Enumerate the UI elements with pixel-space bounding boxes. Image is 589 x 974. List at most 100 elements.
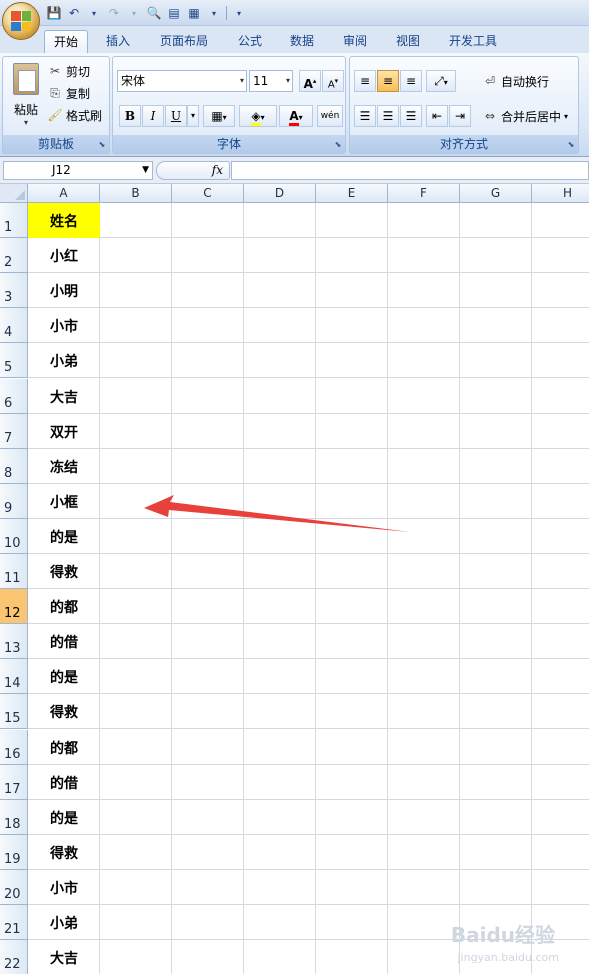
merge-center-dropdown-icon[interactable]: ▾	[564, 112, 568, 121]
align-center-button[interactable]: ☰	[377, 105, 399, 127]
form-icon[interactable]: ▤	[166, 5, 182, 21]
cut-label: 剪切	[66, 64, 91, 79]
save-icon[interactable]: 💾	[46, 5, 62, 21]
annotation-arrow-shape	[144, 495, 410, 532]
alignment-group-label: 对齐方式	[350, 135, 578, 153]
align-right-button[interactable]: ☰	[400, 105, 422, 127]
increase-indent-icon: ⇥	[454, 109, 466, 123]
copy-button[interactable]: ⎘ 复制	[47, 83, 90, 103]
merge-center-icon: ⇔	[484, 109, 496, 123]
tab-insert[interactable]: 插入	[96, 30, 140, 53]
redo-icon[interactable]: ↷	[106, 5, 122, 21]
shrink-font-icon: A	[327, 79, 335, 91]
office-logo-icon	[11, 11, 31, 31]
tab-page-layout[interactable]: 页面布局	[152, 30, 216, 53]
font-group-label: 字体	[113, 135, 345, 153]
decrease-indent-button[interactable]: ⇤	[426, 105, 448, 127]
tab-developer[interactable]: 开发工具	[440, 30, 506, 53]
font-size-value: 11	[253, 74, 269, 88]
watermark-url: jingyan.baidu.com	[457, 951, 559, 964]
align-left-button[interactable]: ☰	[354, 105, 376, 127]
insert-function-area: fx	[156, 161, 230, 180]
align-left-icon: ☰	[359, 109, 371, 123]
copy-icon: ⎘	[50, 85, 60, 100]
name-box-dropdown-icon[interactable]: ▼	[142, 162, 149, 179]
table-icon[interactable]: ▦	[186, 5, 202, 21]
undo-dropdown-icon[interactable]: ▾	[86, 5, 102, 21]
borders-button[interactable]: ▦▾	[203, 105, 235, 127]
align-top-icon: ≡	[359, 74, 371, 88]
ribbon-tabs: 开始 插入 页面布局 公式 数据 审阅 视图 开发工具	[0, 26, 589, 53]
shrink-font-button[interactable]: A▾	[322, 70, 344, 92]
format-painter-button[interactable]: 🖌 格式刷	[47, 105, 102, 125]
annotation-arrow	[144, 495, 410, 532]
brush-icon: 🖌	[47, 108, 63, 122]
table-dropdown-icon[interactable]: ▾	[206, 5, 222, 21]
scissors-icon: ✂	[49, 64, 61, 78]
font-name-dropdown-icon[interactable]: ▾	[240, 71, 244, 91]
tab-formulas[interactable]: 公式	[228, 30, 272, 53]
paint-bucket-icon: ◈	[251, 109, 261, 126]
print-preview-icon[interactable]: 🔍	[146, 5, 162, 21]
underline-button[interactable]: U	[165, 105, 187, 127]
merge-center-button[interactable]: ⇔ 合并后居中 ▾	[482, 106, 568, 126]
name-box-value: J12	[52, 163, 71, 177]
copy-label: 复制	[66, 86, 91, 101]
font-launcher-icon[interactable]: ⬊	[333, 140, 343, 150]
cut-button[interactable]: ✂ 剪切	[47, 61, 90, 81]
font-color-button[interactable]: A▾	[279, 105, 313, 127]
font-color-icon: A	[289, 109, 299, 126]
paste-button[interactable]: 粘贴 ▾	[7, 61, 45, 133]
align-center-icon: ☰	[382, 109, 394, 123]
phonetic-button[interactable]: wén	[317, 105, 343, 127]
grow-font-button[interactable]: A▴	[299, 70, 321, 92]
ribbon: 粘贴 ▾ ✂ 剪切 ⎘ 复制 🖌 格式刷 剪贴板 ⬊ 宋体 ▾ 11 ▾ A▴	[0, 53, 589, 157]
name-box[interactable]: J12 ▼	[3, 161, 153, 180]
decrease-indent-icon: ⇤	[431, 109, 443, 123]
align-bottom-icon: ≡	[405, 74, 417, 88]
format-painter-label: 格式刷	[66, 108, 103, 123]
clipboard-group: 粘贴 ▾ ✂ 剪切 ⎘ 复制 🖌 格式刷 剪贴板 ⬊	[2, 56, 110, 154]
wrap-text-label: 自动换行	[501, 74, 550, 89]
worksheet-grid[interactable]: A B C D E F G H 1 姓名 2 小红 3 小明 4 小市 5 小弟 6 大吉 7 双开 8 冻结 9 小框 10 的是 1…	[0, 184, 589, 974]
phonetic-icon: wén	[320, 111, 340, 121]
clipboard-launcher-icon[interactable]: ⬊	[97, 140, 107, 150]
tab-view[interactable]: 视图	[386, 30, 430, 53]
underline-dropdown-icon[interactable]: ▾	[187, 105, 199, 127]
undo-icon[interactable]: ↶	[66, 5, 82, 21]
font-size-combo[interactable]: 11 ▾	[249, 70, 293, 92]
align-middle-button[interactable]: ≡	[377, 70, 399, 92]
alignment-launcher-icon[interactable]: ⬊	[566, 140, 576, 150]
bold-button[interactable]: B	[119, 105, 141, 127]
orientation-button[interactable]: ⤢▾	[426, 70, 456, 92]
paste-icon	[13, 63, 39, 95]
align-top-button[interactable]: ≡	[354, 70, 376, 92]
title-bar: 💾 ↶ ▾ ↷ ▾ 🔍 ▤ ▦ ▾ ▾	[0, 0, 589, 26]
align-bottom-button[interactable]: ≡	[400, 70, 422, 92]
wrap-text-icon: ⏎	[484, 74, 496, 88]
italic-button[interactable]: I	[142, 105, 164, 127]
watermark-logo: Baidu经验	[450, 923, 555, 947]
office-button[interactable]	[2, 2, 40, 40]
font-size-dropdown-icon[interactable]: ▾	[286, 71, 290, 91]
tab-data[interactable]: 数据	[280, 30, 324, 53]
redo-dropdown-icon[interactable]: ▾	[126, 5, 142, 21]
clipboard-group-label: 剪贴板	[3, 135, 109, 153]
quick-access-toolbar: 💾 ↶ ▾ ↷ ▾ 🔍 ▤ ▦ ▾ ▾	[46, 3, 247, 23]
merge-center-label: 合并后居中	[501, 109, 562, 124]
align-right-icon: ☰	[405, 109, 417, 123]
fx-icon[interactable]: fx	[212, 163, 223, 177]
tab-review[interactable]: 审阅	[333, 30, 377, 53]
formula-row: J12 ▼ fx	[0, 157, 589, 184]
wrap-text-button[interactable]: ⏎ 自动换行	[482, 71, 549, 91]
paste-dropdown-icon[interactable]: ▾	[7, 118, 45, 127]
customize-qat-icon[interactable]: ▾	[231, 5, 247, 21]
paste-label: 粘贴	[13, 103, 38, 117]
font-name-combo[interactable]: 宋体 ▾	[117, 70, 247, 92]
increase-indent-button[interactable]: ⇥	[449, 105, 471, 127]
orientation-icon: ⤢	[434, 74, 444, 88]
font-group: 宋体 ▾ 11 ▾ A▴ A▾ B I U ▾ ▦▾ ◈▾ A▾ wén 字体 …	[112, 56, 346, 154]
tab-home[interactable]: 开始	[44, 30, 88, 53]
fill-color-button[interactable]: ◈▾	[239, 105, 277, 127]
formula-input[interactable]	[231, 161, 589, 180]
